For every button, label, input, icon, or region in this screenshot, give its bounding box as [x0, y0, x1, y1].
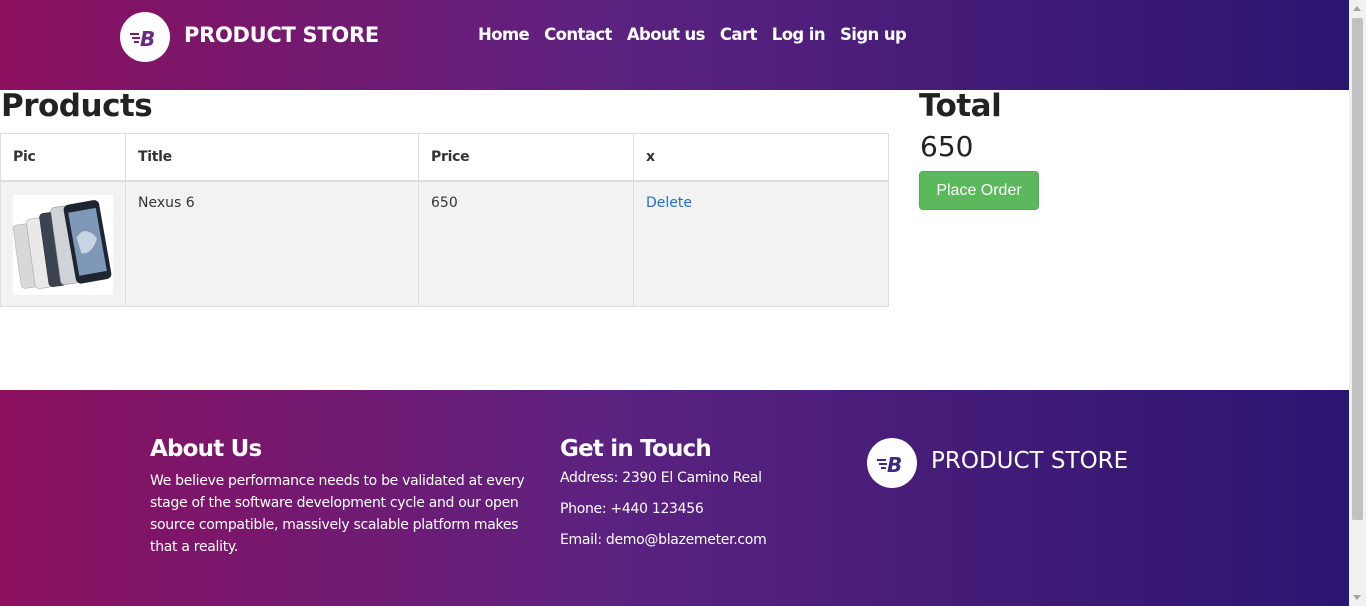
blazemeter-logo-icon: B [867, 438, 917, 488]
footer-about: About Us We believe performance needs to… [150, 436, 530, 558]
total-value: 650 [920, 130, 974, 163]
cell-price: 650 [418, 180, 634, 307]
brand-name: PRODUCT STORE [184, 23, 379, 47]
brand-link[interactable]: B PRODUCT STORE [120, 12, 379, 62]
total-heading: Total [919, 88, 1002, 124]
header-pic: Pic [0, 133, 126, 182]
scroll-up-icon[interactable] [1353, 6, 1361, 11]
cart-table: Pic Title Price x Nexus 6 650 Delete [0, 133, 889, 307]
scrollbar-thumb[interactable] [1352, 18, 1363, 520]
get-in-touch-heading: Get in Touch [560, 436, 712, 462]
contact-phone: Phone: +440 123456 [560, 501, 704, 517]
cell-action: Delete [633, 180, 889, 307]
nav-links: Home Contact About us Cart Log in Sign u… [478, 25, 921, 44]
cell-title: Nexus 6 [125, 180, 419, 307]
header-title: Title [125, 133, 419, 182]
footer-contact: Get in Touch Address: 2390 El Camino Rea… [560, 436, 767, 548]
blazemeter-logo-icon: B [120, 12, 170, 62]
products-heading: Products [1, 88, 153, 124]
nav-contact[interactable]: Contact [544, 25, 612, 44]
scroll-down-icon[interactable] [1353, 595, 1361, 600]
footer: About Us We believe performance needs to… [0, 390, 1349, 606]
nav-cart[interactable]: Cart [720, 25, 757, 44]
table-row: Nexus 6 650 Delete [0, 180, 889, 307]
nav-sign-up[interactable]: Sign up [840, 25, 907, 44]
svg-text:B: B [140, 27, 155, 49]
delete-link[interactable]: Delete [646, 195, 692, 211]
header-price: Price [418, 133, 634, 182]
product-image [13, 194, 113, 295]
contact-email: Email: demo@blazemeter.com [560, 532, 767, 548]
cell-pic [0, 180, 126, 307]
header-x: x [633, 133, 889, 182]
contact-address: Address: 2390 El Camino Real [560, 470, 762, 486]
about-us-heading: About Us [150, 436, 262, 462]
place-order-button[interactable]: Place Order [919, 171, 1039, 210]
vertical-scrollbar[interactable] [1349, 0, 1366, 606]
about-us-text: We believe performance needs to be valid… [150, 473, 525, 555]
table-header-row: Pic Title Price x [0, 133, 889, 182]
svg-text:B: B [887, 453, 902, 475]
footer-brand: B PRODUCT STORE [867, 438, 1128, 488]
nav-log-in[interactable]: Log in [772, 25, 826, 44]
navbar: B PRODUCT STORE Home Contact About us Ca… [0, 0, 1349, 90]
nav-about-us[interactable]: About us [627, 25, 706, 44]
nav-home[interactable]: Home [478, 25, 530, 44]
footer-brand-name: PRODUCT STORE [931, 448, 1129, 474]
